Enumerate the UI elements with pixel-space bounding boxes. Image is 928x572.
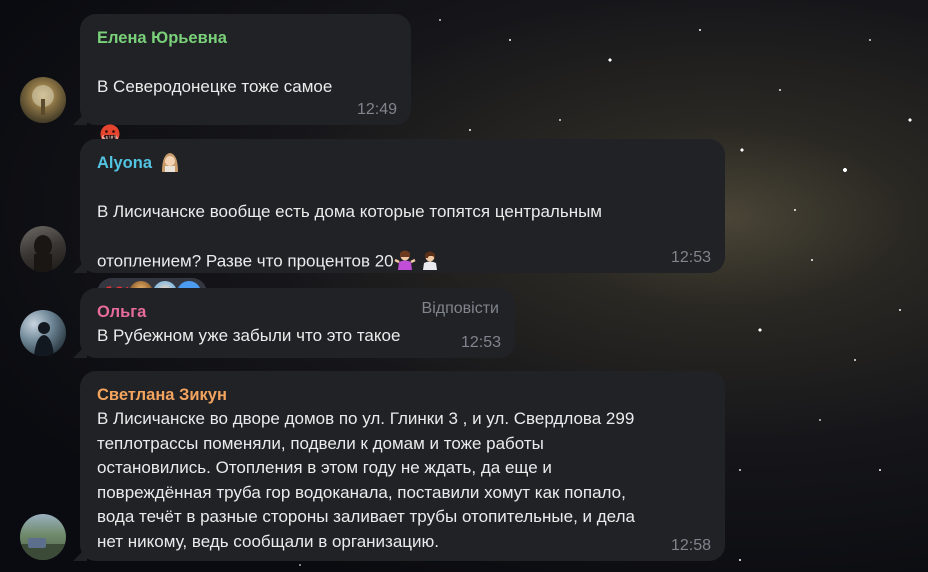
timestamp: 12:53 xyxy=(460,334,501,351)
timestamp: 12:53 xyxy=(670,249,711,266)
person-facepalming-icon xyxy=(419,224,441,270)
sender-name[interactable]: Елена Юрьевна xyxy=(97,26,227,50)
sender-name[interactable]: Alyona xyxy=(97,151,152,175)
avatar-olga[interactable] xyxy=(20,310,66,356)
message-bubble[interactable]: Ольга Відповісти В Рубежном уже забыли ч… xyxy=(80,288,515,358)
sender-name[interactable]: Ольга xyxy=(97,300,146,324)
timestamp: 12:58 xyxy=(670,537,711,554)
landscape-photo-icon xyxy=(20,538,66,560)
message-text: В Северодонецке тоже самое xyxy=(97,76,333,96)
message-text: В Лисичанске во дворе домов по ул. Глинк… xyxy=(97,409,635,551)
sender-name[interactable]: Светлана Зикун xyxy=(97,383,227,407)
message-bubble[interactable]: Alyona В Лисичанске вообще есть дома кот… xyxy=(80,139,725,308)
girl-avatar-emoji-icon xyxy=(159,151,181,173)
tree-picture-icon xyxy=(32,85,54,115)
message-text: В Лисичанске вообще есть дома которые то… xyxy=(97,201,602,271)
message-text: В Рубежном уже забыли что это такое xyxy=(97,326,401,345)
avatar-svetlana[interactable] xyxy=(20,514,66,560)
reply-button[interactable]: Відповісти xyxy=(422,300,499,318)
angry-cursing-face-icon: &$!#% xyxy=(100,99,120,143)
avatar-alyona[interactable] xyxy=(20,226,66,272)
person-shrugging-icon xyxy=(394,224,416,270)
message-bubble[interactable]: Елена Юрьевна В Северодонецке тоже самое… xyxy=(80,14,411,181)
avatar-elena[interactable] xyxy=(20,77,66,123)
woman-silhouette-icon xyxy=(34,235,52,272)
timestamp: 12:49 xyxy=(356,101,397,118)
person-silhouette-icon xyxy=(34,322,54,356)
message-bubble[interactable]: Светлана Зикун В Лисичанске во дворе дом… xyxy=(80,371,725,561)
